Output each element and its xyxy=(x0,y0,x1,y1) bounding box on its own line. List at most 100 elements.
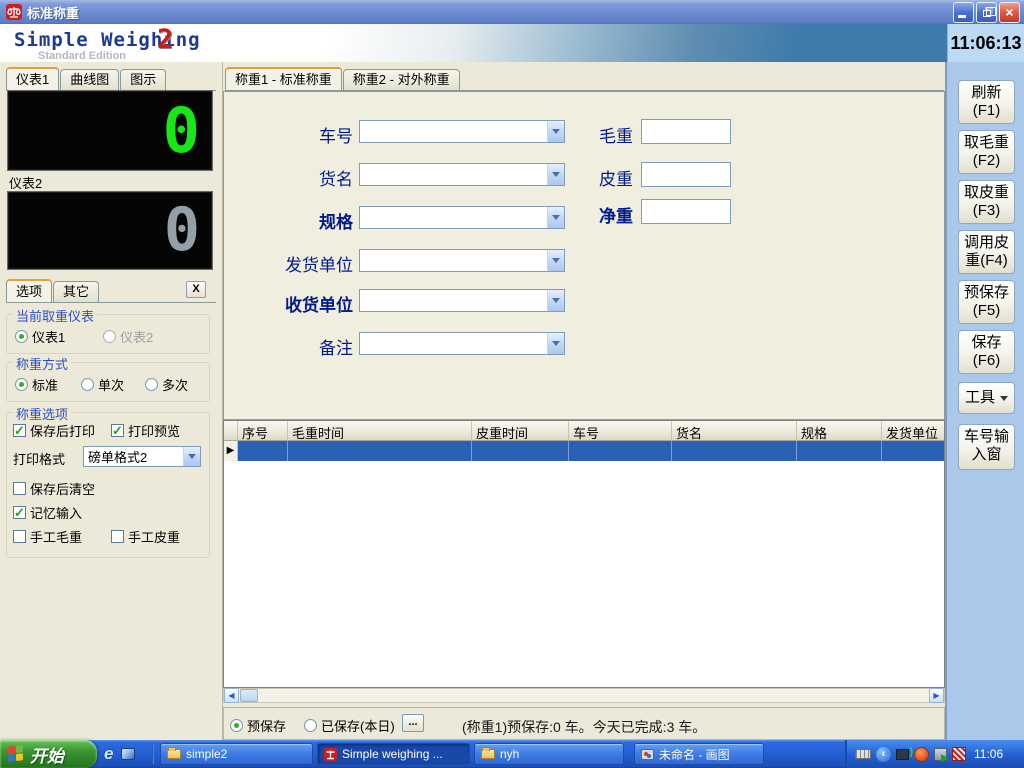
meter1-led-display: 0 xyxy=(7,90,213,171)
refresh-button[interactable]: 刷新(F1) xyxy=(958,80,1015,124)
tab-weighing2[interactable]: 称重2 - 对外称重 xyxy=(343,69,460,90)
tab-other[interactable]: 其它 xyxy=(53,281,99,302)
folder-icon xyxy=(167,749,181,759)
start-button[interactable]: 开始 xyxy=(0,740,97,768)
network-icon[interactable] xyxy=(896,749,909,760)
checkbox-print-preview[interactable]: 打印预览 xyxy=(111,421,180,440)
chevron-down-icon[interactable] xyxy=(547,250,564,271)
app-edition: Standard Edition xyxy=(38,50,126,62)
chevron-down-icon[interactable] xyxy=(183,447,200,466)
chevron-down-icon[interactable] xyxy=(547,290,564,311)
gross-weight-input[interactable] xyxy=(641,119,731,144)
close-button[interactable]: × xyxy=(999,2,1020,23)
header-goods-name[interactable]: 货名 xyxy=(672,421,797,441)
radio-meter2[interactable]: 仪表2 xyxy=(103,327,153,346)
ie-icon[interactable]: e xyxy=(104,744,113,764)
action-panel: 刷新(F1) 取毛重(F2) 取皮重(F3) 调用皮重(F4) 预保存(F5) … xyxy=(945,62,1024,740)
take-gross-button[interactable]: 取毛重(F2) xyxy=(958,130,1015,174)
options-close-button[interactable]: X xyxy=(186,281,206,298)
service-icon[interactable] xyxy=(934,748,947,761)
tab-meter1[interactable]: 仪表1 xyxy=(6,67,59,90)
receiver-combo[interactable] xyxy=(359,289,565,312)
horizontal-scrollbar[interactable]: ◀ ▶ xyxy=(223,688,945,703)
header-gross-time[interactable]: 毛重时间 xyxy=(288,421,472,441)
save-button[interactable]: 保存(F6) xyxy=(958,330,1015,374)
chevron-down-icon[interactable] xyxy=(547,333,564,354)
print-format-combo[interactable]: 磅单格式2 xyxy=(83,446,201,467)
tools-button[interactable]: 工具 xyxy=(958,382,1015,414)
task-nyh[interactable]: nyh xyxy=(474,743,624,765)
header-seq[interactable]: 序号 xyxy=(238,421,288,441)
checkbox-clear-after-save[interactable]: 保存后清空 xyxy=(13,479,95,498)
tab-weighing1[interactable]: 称重1 - 标准称重 xyxy=(225,67,342,90)
header-tare-time[interactable]: 皮重时间 xyxy=(472,421,569,441)
checkbox-print-after-save[interactable]: 保存后打印 xyxy=(13,421,95,440)
radio-meter1[interactable]: 仪表1 xyxy=(15,327,65,346)
radio-single[interactable]: 单次 xyxy=(81,375,124,394)
header-shipper[interactable]: 发货单位 xyxy=(882,421,944,441)
left-panel: 仪表1曲线图图示 0 仪表2 0 选项其它 X 当前取重仪表 仪表1 仪表2 称… xyxy=(0,62,222,740)
net-weight-input[interactable] xyxy=(641,199,731,224)
spec-combo[interactable] xyxy=(359,206,565,229)
checkbox-memory-input-icon xyxy=(13,506,26,519)
header-spec[interactable]: 规格 xyxy=(797,421,882,441)
goods-name-combo[interactable] xyxy=(359,163,565,186)
label-receiver: 收货单位 xyxy=(243,291,353,316)
tab-options[interactable]: 选项 xyxy=(6,279,52,302)
radio-presave-icon xyxy=(230,719,243,732)
label-goods-name: 货名 xyxy=(243,165,353,190)
status-bar: 预保存 已保存(本日) ... (称重1)预保存:0 车。今天已完成:3 车。 xyxy=(223,707,945,740)
task-simple-weighing[interactable]: Simple weighing ... xyxy=(317,743,470,765)
presave-button[interactable]: 预保存(F5) xyxy=(958,280,1015,324)
radio-saved-filter[interactable]: 已保存(本日) xyxy=(304,716,395,735)
checkbox-manual-gross-icon xyxy=(13,530,26,543)
checkbox-manual-gross[interactable]: 手工毛重 xyxy=(13,527,82,546)
remark-combo[interactable] xyxy=(359,332,565,355)
radio-standard-icon xyxy=(15,378,28,391)
checkbox-clear-after-save-icon xyxy=(13,482,26,495)
checkbox-manual-tare[interactable]: 手工皮重 xyxy=(111,527,180,546)
vehicle-no-combo[interactable] xyxy=(359,120,565,143)
windows-logo-icon xyxy=(8,745,24,763)
minimize-button[interactable] xyxy=(953,2,974,23)
app-version: 2 xyxy=(157,24,173,55)
radio-saved-icon xyxy=(304,719,317,732)
shipper-combo[interactable] xyxy=(359,249,565,272)
ime-icon[interactable] xyxy=(952,747,966,761)
security-icon[interactable] xyxy=(914,747,929,762)
label-gross-weight: 毛重 xyxy=(553,122,633,147)
tare-weight-input[interactable] xyxy=(641,162,731,187)
checkbox-print-preview-icon xyxy=(111,424,124,437)
tab-diagram[interactable]: 图示 xyxy=(120,69,166,90)
label-net-weight: 净重 xyxy=(553,202,633,227)
tab-curve[interactable]: 曲线图 xyxy=(60,69,119,90)
task-paint[interactable]: 未命名 - 画图 xyxy=(634,743,764,765)
group-weigh-options: 称重选项 保存后打印 打印预览 打印格式 磅单格式2 保存后清空 xyxy=(6,412,210,558)
table-row[interactable]: ▶ xyxy=(224,441,944,461)
keyboard-icon[interactable] xyxy=(855,749,871,759)
checkbox-memory-input[interactable]: 记忆输入 xyxy=(13,503,82,522)
group-current-meter: 当前取重仪表 仪表1 仪表2 xyxy=(6,314,210,354)
show-desktop-icon[interactable] xyxy=(121,748,135,760)
meter2-label: 仪表2 xyxy=(9,173,42,192)
radio-presave-filter[interactable]: 预保存 xyxy=(230,716,286,735)
window-title: 标准称重 xyxy=(27,3,953,22)
app-icon xyxy=(324,748,337,761)
restore-button[interactable] xyxy=(976,2,997,23)
radio-standard[interactable]: 标准 xyxy=(15,375,58,394)
recall-tare-button[interactable]: 调用皮重(F4) xyxy=(958,230,1015,274)
vehicle-input-window-button[interactable]: 车号输入窗 xyxy=(958,424,1015,470)
radio-multi[interactable]: 多次 xyxy=(145,375,188,394)
take-tare-button[interactable]: 取皮重(F3) xyxy=(958,180,1015,224)
scroll-right-icon[interactable]: ▶ xyxy=(929,688,944,703)
quick-launch: e xyxy=(104,743,135,765)
task-simple2[interactable]: simple2 xyxy=(160,743,313,765)
collapse-tray-icon[interactable]: ‹ xyxy=(876,747,891,762)
header-vehicle-no[interactable]: 车号 xyxy=(569,421,672,441)
more-options-button[interactable]: ... xyxy=(402,714,424,732)
app-logo-icon xyxy=(6,4,22,20)
folder-icon xyxy=(481,749,495,759)
status-summary: (称重1)预保存:0 车。今天已完成:3 车。 xyxy=(462,717,706,737)
scroll-left-icon[interactable]: ◀ xyxy=(224,688,239,703)
scrollbar-thumb[interactable] xyxy=(240,689,258,702)
